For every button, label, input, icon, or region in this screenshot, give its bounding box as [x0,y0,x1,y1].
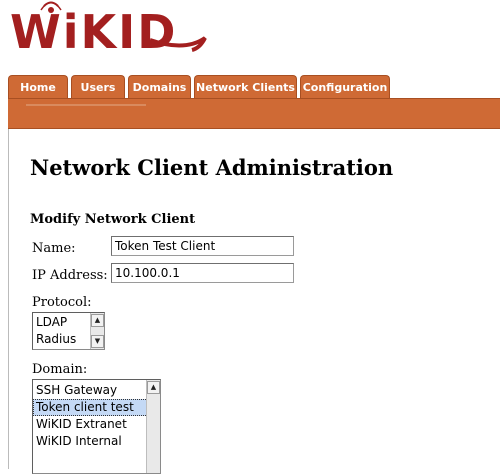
wikid-logo: WiKID [10,1,207,59]
content-border [8,129,9,469]
scroll-up-icon[interactable]: ▲ [147,381,160,394]
tab-network-clients[interactable]: Network Clients [194,75,297,98]
domain-label: Domain: [32,362,88,377]
tab-home[interactable]: Home [8,75,68,98]
domain-option-selected[interactable]: Token client test [33,399,160,416]
domain-option[interactable]: SSH Gateway [33,382,160,399]
name-field[interactable]: Token Test Client [111,236,294,256]
page-title: Network Client Administration [30,155,394,180]
name-label: Name: [32,241,76,256]
scroll-up-icon[interactable]: ▲ [91,314,104,327]
protocol-listbox[interactable]: LDAP Radius ▲ ▼ [32,312,105,350]
protocol-label: Protocol: [32,295,92,310]
subbar-divider [26,104,146,106]
ip-address-field[interactable]: 10.100.0.1 [111,263,294,283]
domain-option[interactable]: WiKID Internal [33,433,160,450]
domain-option[interactable]: WiKID Extranet [33,416,160,433]
protocol-scrollbar[interactable]: ▲ ▼ [90,313,104,349]
section-title: Modify Network Client [30,212,196,227]
scroll-down-icon[interactable]: ▼ [91,335,104,348]
domain-scrollbar[interactable]: ▲ [146,380,160,473]
domain-listbox[interactable]: SSH Gateway Token client test WiKID Extr… [32,379,161,474]
svg-text:WiKID: WiKID [10,5,177,59]
tab-users[interactable]: Users [71,75,125,98]
tab-configuration[interactable]: Configuration [300,75,390,98]
ip-address-label: IP Address: [32,268,108,283]
tab-domains[interactable]: Domains [128,75,191,98]
nav-subbar [8,98,500,129]
